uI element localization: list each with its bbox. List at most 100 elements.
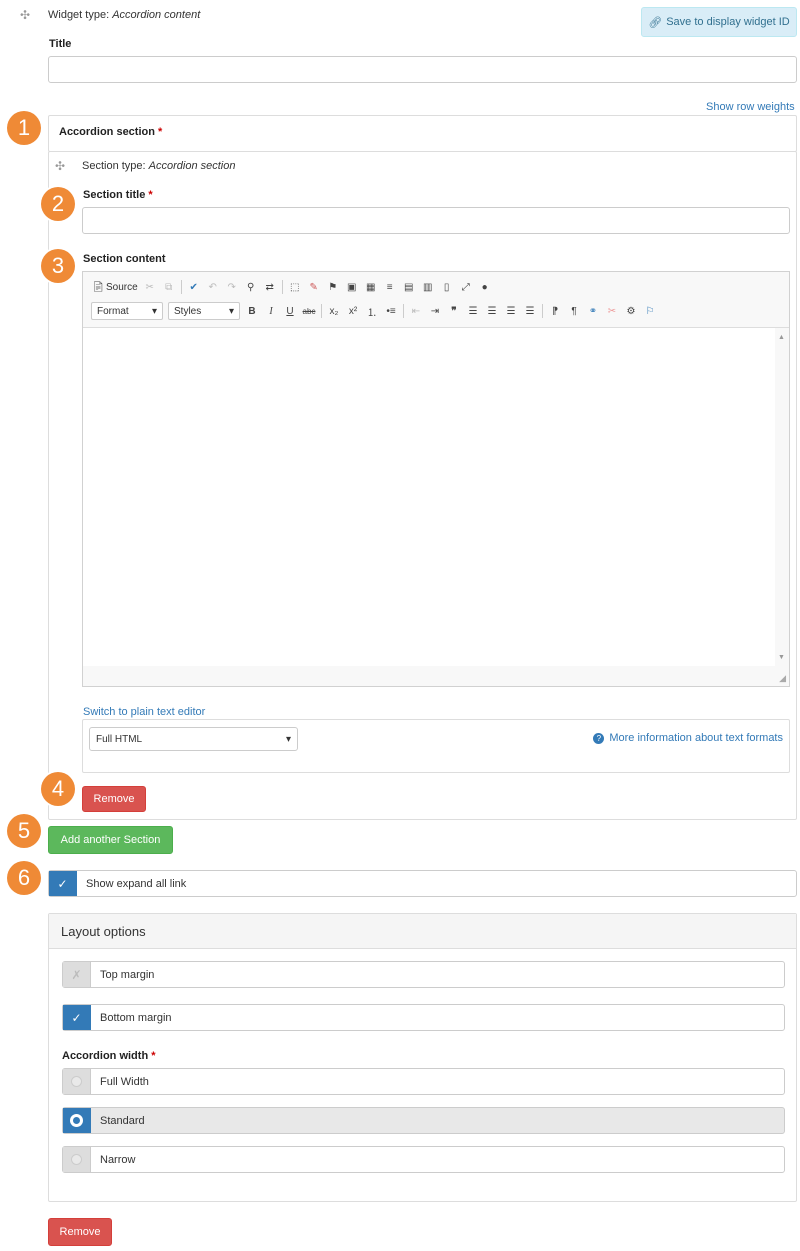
width-option-full-label: Full Width xyxy=(100,1075,149,1088)
editor-scrollbar[interactable]: ▲ ▼ xyxy=(775,328,789,667)
select-all-icon[interactable]: ⬚ xyxy=(288,282,302,293)
rich-text-editor: 📄︎ Source ✂ ⧉ ✔ ↶ ↷ ⚲ ⇄ ⬚ ✎ ⚑ ▣ ▦ ≡ ▤ ▥ … xyxy=(82,271,790,687)
remove-widget-button[interactable]: Remove xyxy=(48,1218,112,1246)
checkmark-icon[interactable]: ✓ xyxy=(63,1005,91,1030)
find-icon[interactable]: ⚲ xyxy=(244,282,258,293)
copy-icon[interactable]: ⧉ xyxy=(162,282,176,293)
underline-button[interactable]: U xyxy=(283,306,297,317)
switch-plain-text-link[interactable]: Switch to plain text editor xyxy=(83,706,205,718)
save-widget-id-button[interactable]: 🔗︎ Save to display widget ID xyxy=(641,7,797,37)
horizontal-rule-icon[interactable]: ≡ xyxy=(383,282,397,293)
top-margin-checkbox[interactable]: ✗ Top margin xyxy=(62,961,785,988)
align-left-icon[interactable]: ☰ xyxy=(466,306,480,317)
section-title-label: Section title * xyxy=(83,189,153,201)
radio-unselected-icon[interactable] xyxy=(63,1147,91,1172)
top-margin-label: Top margin xyxy=(100,968,155,981)
section-title-required-mark: * xyxy=(148,189,153,201)
about-icon[interactable]: ● xyxy=(478,282,492,293)
remove-format-icon[interactable]: ✎ xyxy=(307,282,321,293)
embed-icon[interactable]: ⚙ xyxy=(624,306,638,317)
section-content-label: Section content xyxy=(83,253,166,265)
italic-button[interactable]: I xyxy=(264,306,278,317)
section-title-input[interactable] xyxy=(82,207,790,234)
rtl-icon[interactable]: ¶ xyxy=(567,306,581,317)
layout-options-panel: Layout options ✗ Top margin ✓ Bottom mar… xyxy=(48,913,797,1202)
link-icon: 🔗︎ xyxy=(648,16,663,29)
accordion-section-header: Accordion section * xyxy=(48,115,797,152)
accordion-width-required-mark: * xyxy=(151,1050,156,1062)
remove-section-button[interactable]: Remove xyxy=(82,786,146,812)
show-expand-all-checkbox[interactable]: ✓ Show expand all link xyxy=(48,870,797,897)
image-icon[interactable]: ▣ xyxy=(345,282,359,293)
undo-icon[interactable]: ↶ xyxy=(206,282,220,293)
more-info-formats-link[interactable]: ? More information about text formats xyxy=(593,732,783,744)
bold-button[interactable]: B xyxy=(245,306,259,317)
widget-type-prefix: Widget type: xyxy=(48,9,110,21)
widget-type: Widget type: Accordion content xyxy=(48,9,200,21)
link-insert-icon[interactable]: ⚭ xyxy=(586,306,600,317)
strikethrough-button[interactable]: abc xyxy=(302,307,316,316)
width-option-standard[interactable]: Standard xyxy=(62,1107,785,1134)
resize-handle-icon[interactable]: ◢ xyxy=(779,673,786,684)
replace-icon[interactable]: ⇄ xyxy=(263,282,277,293)
chevron-down-icon: ▾ xyxy=(228,305,234,317)
ltr-icon[interactable]: ⁋ xyxy=(548,306,562,317)
styles-combo[interactable]: Styles ▾ xyxy=(168,302,240,320)
align-justify-icon[interactable]: ☰ xyxy=(523,306,537,317)
checkmark-icon[interactable]: ✓ xyxy=(49,871,77,896)
superscript-icon[interactable]: x² xyxy=(346,306,360,317)
numbered-list-icon[interactable]: ⒈ xyxy=(365,304,379,319)
spellcheck-icon[interactable]: ✔ xyxy=(187,282,201,293)
drag-handle-icon[interactable]: ✣ xyxy=(20,8,30,22)
anchor-icon[interactable]: ⚐ xyxy=(643,306,657,317)
redo-icon[interactable]: ↷ xyxy=(225,282,239,293)
add-another-section-button[interactable]: Add another Section xyxy=(48,826,173,854)
subscript-icon[interactable]: x₂ xyxy=(327,306,341,317)
templates-icon[interactable]: ▯ xyxy=(440,282,454,293)
outdent-icon[interactable]: ⇤ xyxy=(409,306,423,317)
indent-icon[interactable]: ⇥ xyxy=(428,306,442,317)
section-type: Section type: Accordion section xyxy=(82,160,235,172)
annotation-badge-1: 1 xyxy=(7,111,41,145)
maximize-icon[interactable]: ⤢ xyxy=(459,282,473,293)
unlink-icon[interactable]: ✂ xyxy=(605,306,619,317)
section-drag-handle-icon[interactable]: ✣ xyxy=(55,159,65,173)
scroll-up-icon[interactable]: ▲ xyxy=(778,334,785,341)
widget-type-value: Accordion content xyxy=(112,9,201,21)
editor-content-area[interactable]: ▲ ▼ xyxy=(83,327,789,667)
bulleted-list-icon[interactable]: •≡ xyxy=(384,306,398,317)
unchecked-x-icon[interactable]: ✗ xyxy=(63,962,91,987)
chevron-down-icon: ▾ xyxy=(151,305,157,317)
source-button[interactable]: Source xyxy=(106,282,138,293)
scroll-down-icon[interactable]: ▼ xyxy=(778,654,785,661)
title-input[interactable] xyxy=(48,56,797,83)
radio-unselected-icon[interactable] xyxy=(63,1069,91,1094)
bottom-margin-checkbox[interactable]: ✓ Bottom margin xyxy=(62,1004,785,1031)
annotation-badge-4: 4 xyxy=(41,772,75,806)
anchor-flag-icon[interactable]: ⚑ xyxy=(326,282,340,293)
align-right-icon[interactable]: ☰ xyxy=(504,306,518,317)
blockquote-icon[interactable]: ❞ xyxy=(447,306,461,317)
source-icon[interactable]: 📄︎ xyxy=(91,282,105,293)
width-option-narrow[interactable]: Narrow xyxy=(62,1146,785,1173)
accordion-width-label: Accordion width * xyxy=(62,1050,156,1062)
radio-selected-icon[interactable] xyxy=(63,1108,91,1133)
format-combo-label: Format xyxy=(97,305,129,317)
cut-icon[interactable]: ✂ xyxy=(143,282,157,293)
show-expand-all-label: Show expand all link xyxy=(86,877,187,890)
more-info-formats-text: More information about text formats xyxy=(609,732,783,744)
special-char-icon[interactable]: ▤ xyxy=(402,282,416,293)
show-row-weights-link[interactable]: Show row weights xyxy=(706,101,795,113)
bottom-margin-label: Bottom margin xyxy=(100,1011,172,1024)
format-combo[interactable]: Format ▾ xyxy=(91,302,163,320)
accordion-section-title-text: Accordion section xyxy=(59,126,155,138)
table-icon[interactable]: ▦ xyxy=(364,282,378,293)
styles-combo-label: Styles xyxy=(174,305,202,317)
show-blocks-icon[interactable]: ▥ xyxy=(421,282,435,293)
width-option-narrow-label: Narrow xyxy=(100,1153,136,1166)
accordion-width-label-text: Accordion width xyxy=(62,1050,149,1062)
text-format-select[interactable]: Full HTML ▾ xyxy=(89,727,298,751)
align-center-icon[interactable]: ☰ xyxy=(485,306,499,317)
text-format-wrapper: Full HTML ▾ ? More information about tex… xyxy=(82,719,790,773)
width-option-full[interactable]: Full Width xyxy=(62,1068,785,1095)
